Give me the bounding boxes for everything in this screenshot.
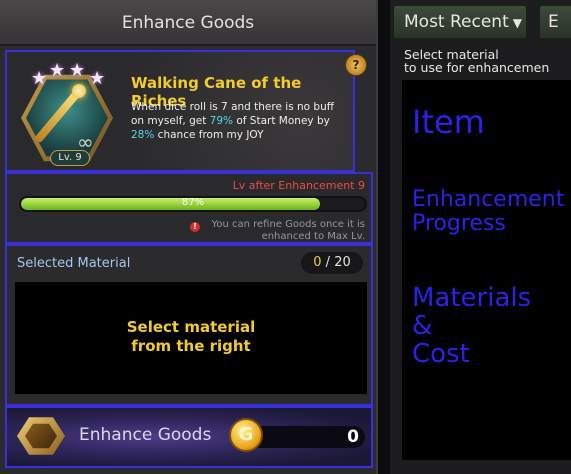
overlay-label-materials: Materials & Cost <box>412 283 532 369</box>
materials-section: Selected Material 0 / 20 Select material… <box>5 244 373 406</box>
material-count: 0 / 20 <box>301 252 363 274</box>
filter-button[interactable]: E <box>538 4 571 40</box>
enhance-goods-panel: Enhance Goods ★ ★ ★ ★ ∞ Lv. 9 Walking Ca… <box>0 0 378 474</box>
item-icon[interactable]: ★ ★ ★ ★ ∞ Lv. 9 <box>15 60 119 168</box>
panel-title: Enhance Goods <box>0 0 376 46</box>
wand-tip-icon <box>72 84 86 98</box>
gold-coin-icon: G <box>229 418 263 452</box>
material-drop-hint: Select material from the right <box>126 318 256 355</box>
enhancement-progress-section: Lv after Enhancement 9 87% ! You can ref… <box>5 172 373 244</box>
item-description: When dice roll is 7 and there is no buff… <box>131 101 334 141</box>
enhance-goods-label: Enhance Goods <box>79 425 212 445</box>
overlay-label-progress: Enhancement Progress <box>412 187 565 236</box>
material-drop-area[interactable]: Select material from the right <box>15 282 367 394</box>
material-list[interactable]: Item Enhancement Progress Materials & Co… <box>402 80 571 460</box>
star-icon: ★ <box>89 68 106 89</box>
material-instruction: Select material to use for enhancemen <box>404 47 550 75</box>
sort-dropdown[interactable]: Most Recent ▼ <box>392 4 528 40</box>
chevron-down-icon: ▼ <box>512 16 522 30</box>
item-section: ★ ★ ★ ★ ∞ Lv. 9 Walking Cane of the Rich… <box>5 50 355 172</box>
enhance-goods-button[interactable]: Enhance Goods <box>17 414 217 458</box>
star-icon: ★ <box>49 60 66 81</box>
star-icon: ★ <box>69 60 86 81</box>
overlay-label-item: Item <box>412 103 485 141</box>
progress-bar: 87% <box>19 196 367 212</box>
refine-warning: You can refine Goods once it is enhanced… <box>211 219 365 242</box>
sort-dropdown-label: Most Recent <box>404 12 509 32</box>
item-level-badge: Lv. 9 <box>50 150 90 166</box>
star-icon: ★ <box>31 68 48 89</box>
progress-percent: 87% <box>181 197 205 208</box>
item-stars: ★ ★ ★ ★ <box>31 60 111 89</box>
material-list-panel: Most Recent ▼ E Select material to use fo… <box>390 0 571 474</box>
info-icon[interactable]: ? <box>345 54 367 76</box>
enhance-cost-section: Enhance Goods G 0 <box>5 406 373 468</box>
cost-value: 0 <box>347 427 359 447</box>
level-after-enhancement: Lv after Enhancement 9 <box>232 179 365 192</box>
cost-display: G 0 <box>229 414 367 458</box>
warning-icon: ! <box>190 222 200 232</box>
selected-material-label: Selected Material <box>17 256 131 271</box>
